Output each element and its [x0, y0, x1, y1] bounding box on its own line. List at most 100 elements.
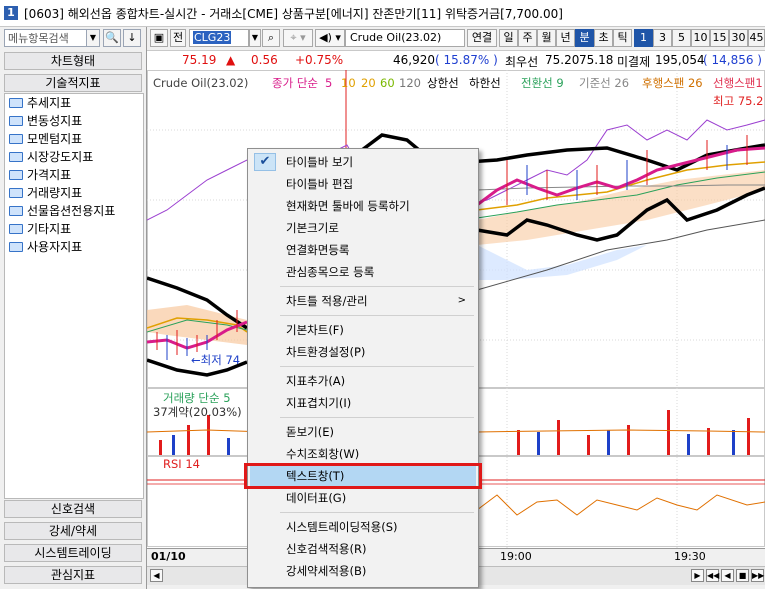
sound-icon[interactable]: ◀) ▾ [315, 29, 345, 47]
open-interest: 195,054 [655, 53, 705, 67]
chart-toolbar: ▣ 전 CLG23 ▼ ⌕ ⌖ ▾ ◀) ▾ Crude Oil(23.02) … [147, 27, 765, 49]
tree-item-volatility[interactable]: 변동성지표 [9, 112, 82, 130]
menu-default-size[interactable]: 기본크기로 [250, 217, 476, 239]
menu-show-titlebar[interactable]: ✔ 타이틀바 보기 [250, 151, 476, 173]
volume-value: 46,920 [393, 53, 435, 67]
search-icon[interactable]: 🔍 [103, 29, 121, 47]
menu-apply-strength[interactable]: 강세약세적용(B) [250, 560, 476, 582]
period-minute[interactable]: 분 [575, 29, 594, 47]
menu-default-chart[interactable]: 기본차트(F) [250, 319, 476, 341]
menu-apply-signal-search[interactable]: 신호검색적용(R) [250, 538, 476, 560]
tab-system-trading[interactable]: 시스템트레이딩 [4, 544, 142, 562]
legend-ma10: 10 [341, 76, 356, 90]
axis-tick-1900: 19:00 [500, 550, 532, 563]
interval-45[interactable]: 45 [748, 29, 765, 47]
interval-10[interactable]: 10 [691, 29, 710, 47]
tree-item-momentum[interactable]: 모멘텀지표 [9, 130, 82, 148]
folder-icon [9, 98, 23, 108]
scroll-prev-icon[interactable]: ◀ [721, 569, 734, 582]
volume-pct: ( 15.87% ) [435, 53, 498, 67]
menu-add-indicator[interactable]: 지표추가(A) [250, 370, 476, 392]
layout-icon[interactable]: ▣ [150, 29, 168, 47]
highlight-box [244, 463, 482, 489]
tree-item-other[interactable]: 기타지표 [9, 220, 71, 238]
context-menu: ✔ 타이틀바 보기 타이틀바 편집 현재화면 툴바에 등록하기 기본크기로 연결… [247, 148, 479, 588]
axis-date: 01/10 [151, 550, 186, 563]
folder-icon [9, 170, 23, 180]
window-title-bar: 1 [0603] 해외선옵 종합차트-실시간 - 거래소[CME] 상품구분[에… [0, 0, 765, 27]
interval-1[interactable]: 1 [634, 29, 653, 47]
interval-3[interactable]: 3 [653, 29, 672, 47]
menu-chart-settings[interactable]: 차트환경설정(P) [250, 341, 476, 363]
tree-item-price[interactable]: 가격지표 [9, 166, 71, 184]
folder-icon [9, 116, 23, 126]
folder-icon [9, 188, 23, 198]
link-button[interactable]: 연결 [467, 29, 497, 47]
arrow-down-icon[interactable]: ↓ [123, 29, 141, 47]
high-label: 최고 75.2 [713, 94, 763, 108]
tab-favorite-indicators[interactable]: 관심지표 [4, 566, 142, 584]
menu-separator [280, 512, 474, 513]
menu-apply-system-trading[interactable]: 시스템트레이딩적용(S) [250, 516, 476, 538]
menu-separator [280, 286, 474, 287]
full-toggle[interactable]: 전 [170, 29, 186, 47]
search-dropdown-icon[interactable]: ▼ [86, 29, 100, 47]
volume-sub-label: 37계약(20.03%) [153, 405, 242, 419]
scroll-stop-icon[interactable]: ■ [736, 569, 749, 582]
technical-indicators-header[interactable]: 기술적지표 [4, 74, 142, 92]
menu-link-screen[interactable]: 연결화면등록 [250, 239, 476, 261]
legend-lower: 하한선 [469, 76, 501, 90]
best-ask-label: 최우선 [505, 55, 539, 69]
axis-tick-1930: 19:30 [674, 550, 706, 563]
menu-magnifier[interactable]: 돋보기(E) [250, 421, 476, 443]
period-day[interactable]: 일 [499, 29, 518, 47]
up-arrow-icon: ▲ [226, 53, 236, 67]
tree-item-user[interactable]: 사용자지표 [9, 238, 82, 256]
legend-ma60: 60 [380, 76, 395, 90]
symbol-name-field[interactable]: Crude Oil(23.02) [345, 29, 465, 47]
scroll-last-icon[interactable]: ▶▶ [751, 569, 764, 582]
period-month[interactable]: 월 [537, 29, 556, 47]
open-interest-label: 미결제 [617, 55, 651, 69]
interval-5[interactable]: 5 [672, 29, 691, 47]
price-change-pct: +0.75% [295, 53, 344, 67]
scroll-right-icon[interactable]: ▶ [691, 569, 704, 582]
menu-overlay-indicator[interactable]: 지표겹치기(I) [250, 392, 476, 414]
menu-separator [280, 366, 474, 367]
period-tick[interactable]: 틱 [613, 29, 632, 47]
menu-data-table[interactable]: 데이터표(G) [250, 487, 476, 509]
tree-item-futures-options[interactable]: 선물옵션전용지표 [9, 202, 115, 220]
menu-value-window[interactable]: 수치조회창(W) [250, 443, 476, 465]
legend-senkou: 선행스팬1 [713, 76, 763, 90]
rsi-legend: RSI 14 [163, 457, 200, 471]
period-year[interactable]: 년 [556, 29, 575, 47]
open-interest-change: ( 14,856 ) [703, 53, 762, 67]
crosshair-icon[interactable]: ⌖ ▾ [283, 29, 313, 47]
period-second[interactable]: 초 [594, 29, 613, 47]
symbol-dropdown-icon[interactable]: ▼ [249, 29, 261, 47]
interval-30[interactable]: 30 [729, 29, 748, 47]
tab-signal-search[interactable]: 신호검색 [4, 500, 142, 518]
search-icon[interactable]: ⌕ [262, 29, 280, 47]
tree-item-trend[interactable]: 추세지표 [9, 94, 71, 112]
menu-register-toolbar[interactable]: 현재화면 툴바에 등록하기 [250, 195, 476, 217]
legend-ma20: 20 [361, 76, 376, 90]
menu-edit-titlebar[interactable]: 타이틀바 편집 [250, 173, 476, 195]
current-price: 75.19 [182, 53, 217, 67]
indicator-tree: 추세지표 변동성지표 모멘텀지표 시장강도지표 가격지표 거래량지표 선물옵션전… [4, 93, 144, 499]
menu-add-favorite[interactable]: 관심종목으로 등록 [250, 261, 476, 283]
menu-chart-template[interactable]: 차트틀 적용/관리 > [250, 290, 476, 312]
scroll-first-icon[interactable]: ◀◀ [706, 569, 719, 582]
symbol-code-input[interactable]: CLG23 [189, 29, 249, 47]
tree-item-volume[interactable]: 거래량지표 [9, 184, 82, 202]
folder-icon [9, 134, 23, 144]
tree-item-market-strength[interactable]: 시장강도지표 [9, 148, 93, 166]
tab-strength-weakness[interactable]: 강세/약세 [4, 522, 142, 540]
period-week[interactable]: 주 [518, 29, 537, 47]
scroll-left-icon[interactable]: ◀ [150, 569, 163, 582]
screen-number-badge: 1 [4, 6, 18, 20]
window-title: [0603] 해외선옵 종합차트-실시간 - 거래소[CME] 상품구분[에너지… [24, 7, 563, 21]
interval-15[interactable]: 15 [710, 29, 729, 47]
menu-separator [280, 315, 474, 316]
chart-type-header[interactable]: 차트형태 [4, 52, 142, 70]
